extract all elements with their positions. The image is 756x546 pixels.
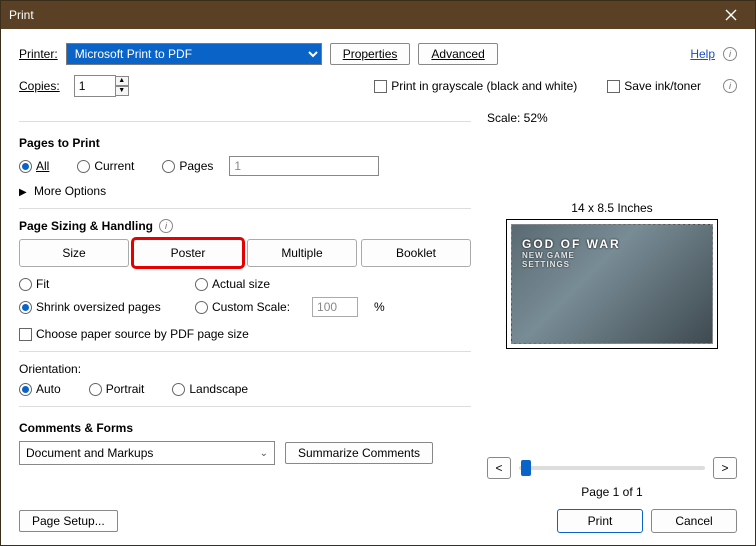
close-icon (725, 9, 737, 21)
pages-current-radio[interactable]: Current (77, 159, 134, 173)
pages-to-print-heading: Pages to Print (19, 136, 471, 150)
checkbox-icon (374, 80, 387, 93)
radio-icon (19, 160, 32, 173)
radio-icon (162, 160, 175, 173)
page-setup-button[interactable]: Page Setup... (19, 510, 118, 532)
checkbox-icon (19, 328, 32, 341)
preview-title: GOD OF WAR NEW GAME SETTINGS (522, 235, 621, 269)
radio-icon (19, 278, 32, 291)
radio-icon (195, 301, 208, 314)
more-options-toggle[interactable]: ▶ More Options (19, 184, 471, 198)
radio-icon (19, 383, 32, 396)
triangle-right-icon: ▶ (19, 187, 27, 198)
tab-size[interactable]: Size (19, 239, 129, 267)
radio-icon (77, 160, 90, 173)
preview-slider[interactable] (519, 466, 705, 470)
close-button[interactable] (715, 1, 747, 29)
copies-down-button[interactable]: ▼ (115, 86, 129, 96)
sizing-info-icon[interactable]: i (159, 219, 173, 233)
printer-label: Printer: (19, 47, 58, 61)
help-link[interactable]: Help (690, 47, 715, 61)
copies-up-button[interactable]: ▲ (115, 76, 129, 86)
shrink-radio[interactable]: Shrink oversized pages (19, 300, 179, 314)
window-title: Print (9, 8, 715, 22)
copies-label: Copies: (19, 79, 60, 93)
advanced-button[interactable]: Advanced (418, 43, 497, 65)
preview-next-button[interactable]: > (713, 457, 737, 479)
page-indicator: Page 1 of 1 (487, 485, 737, 499)
custom-scale-radio[interactable]: Custom Scale: (195, 300, 290, 314)
save-ink-label: Save ink/toner (624, 79, 701, 93)
print-button[interactable]: Print (557, 509, 643, 533)
save-ink-checkbox[interactable]: Save ink/toner (607, 79, 701, 93)
choose-paper-checkbox[interactable]: Choose paper source by PDF page size (19, 327, 449, 341)
titlebar: Print (1, 1, 755, 29)
grayscale-checkbox[interactable]: Print in grayscale (black and white) (374, 79, 577, 93)
orientation-heading: Orientation: (19, 362, 471, 376)
preview-content: GOD OF WAR NEW GAME SETTINGS (511, 224, 713, 344)
pages-range-radio[interactable]: Pages (162, 159, 213, 173)
radio-icon (19, 301, 32, 314)
tab-booklet[interactable]: Booklet (361, 239, 471, 267)
radio-icon (172, 383, 185, 396)
tab-poster[interactable]: Poster (133, 239, 243, 267)
preview-frame: GOD OF WAR NEW GAME SETTINGS (506, 219, 718, 349)
comments-heading: Comments & Forms (19, 421, 471, 435)
sizing-heading: Page Sizing & Handling (19, 219, 153, 233)
summarize-comments-button[interactable]: Summarize Comments (285, 442, 433, 464)
radio-icon (89, 383, 102, 396)
cancel-button[interactable]: Cancel (651, 509, 737, 533)
preview-dimensions: 14 x 8.5 Inches (571, 201, 652, 215)
actual-size-radio[interactable]: Actual size (195, 277, 270, 291)
percent-label: % (374, 300, 385, 314)
print-dialog: Print Printer: Microsoft Print to PDF Pr… (0, 0, 756, 546)
pages-all-radio[interactable]: All (19, 159, 49, 173)
fit-radio[interactable]: Fit (19, 277, 179, 291)
orientation-auto-radio[interactable]: Auto (19, 382, 61, 396)
checkbox-icon (607, 80, 620, 93)
orientation-landscape-radio[interactable]: Landscape (172, 382, 248, 396)
orientation-portrait-radio[interactable]: Portrait (89, 382, 145, 396)
properties-button[interactable]: Properties (330, 43, 411, 65)
preview-prev-button[interactable]: < (487, 457, 511, 479)
help-info-icon[interactable]: i (723, 47, 737, 61)
chevron-down-icon: ⌄ (260, 448, 268, 459)
slider-thumb-icon[interactable] (521, 460, 531, 476)
comments-combo[interactable]: Document and Markups ⌄ (19, 441, 275, 465)
radio-icon (195, 278, 208, 291)
pages-range-input[interactable] (229, 156, 379, 176)
grayscale-label: Print in grayscale (black and white) (391, 79, 577, 93)
scale-label: Scale: 52% (487, 111, 737, 125)
copies-input[interactable] (74, 75, 116, 97)
custom-scale-input[interactable] (312, 297, 358, 317)
printer-select[interactable]: Microsoft Print to PDF (66, 43, 322, 65)
save-ink-info-icon[interactable]: i (723, 79, 737, 93)
tab-multiple[interactable]: Multiple (247, 239, 357, 267)
